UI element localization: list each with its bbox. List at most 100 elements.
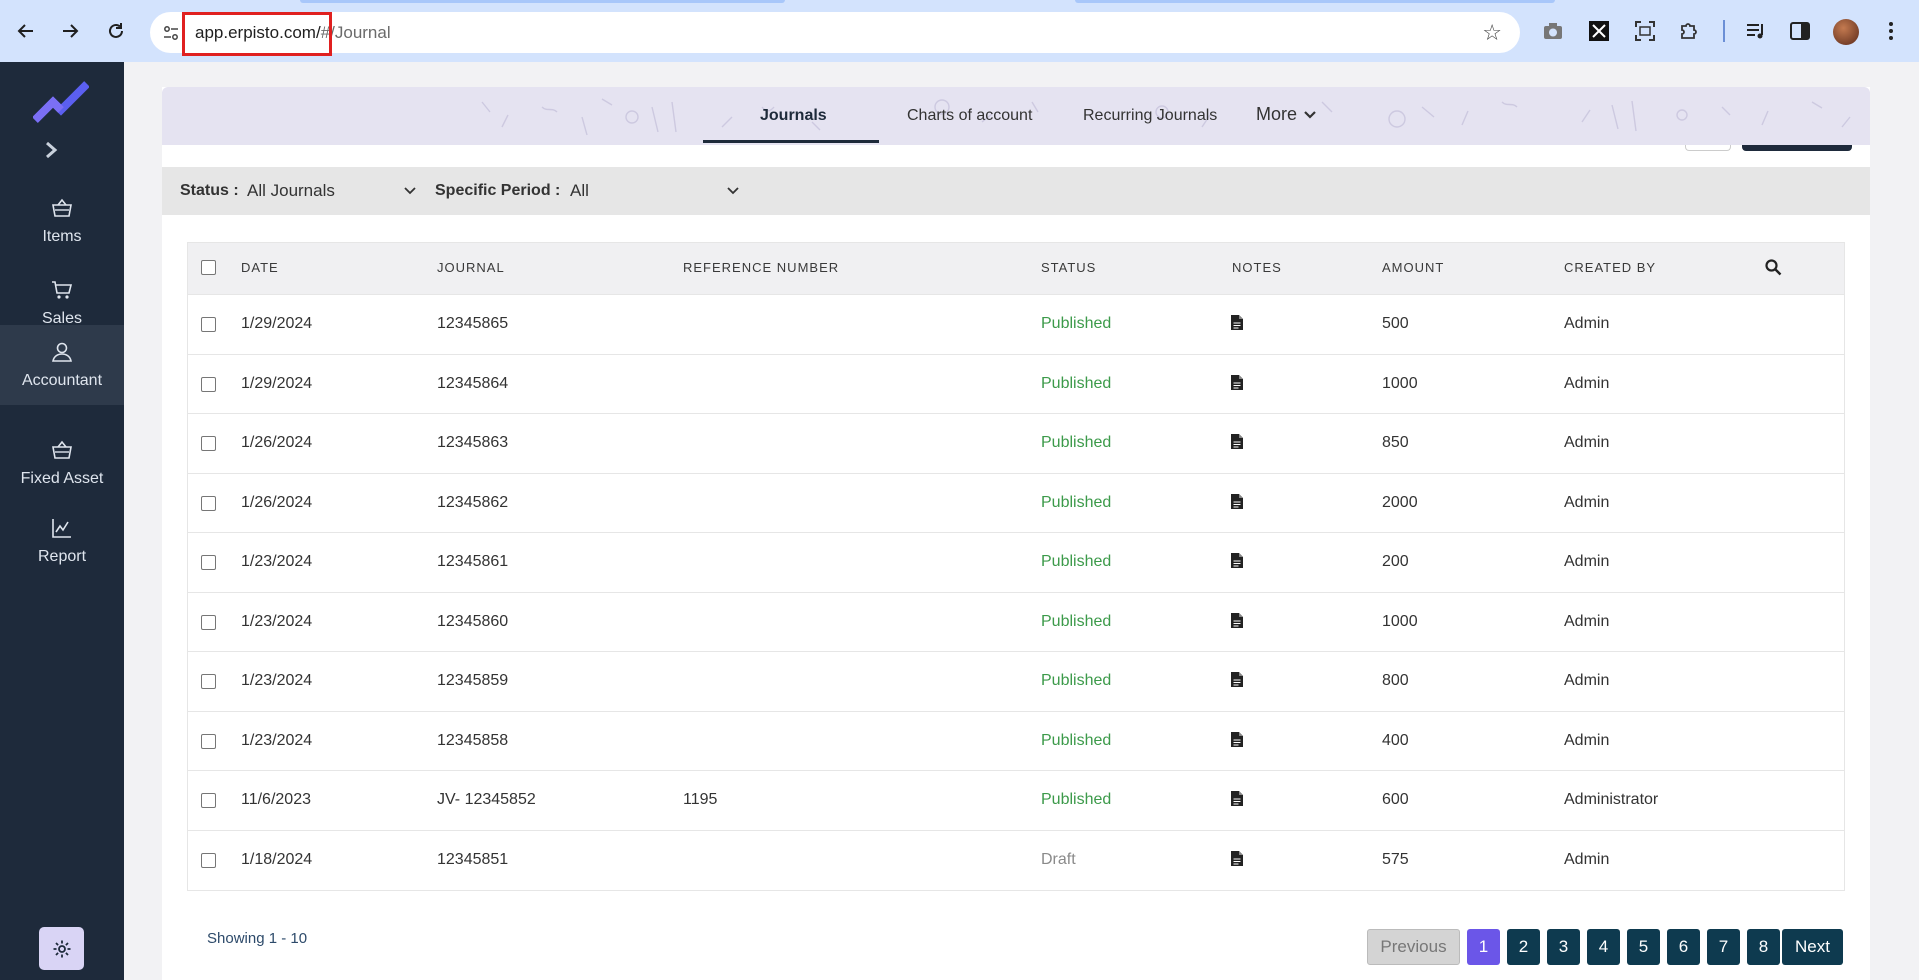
row-checkbox[interactable] [201, 674, 216, 689]
back-button[interactable] [12, 17, 40, 45]
profile-avatar[interactable] [1833, 19, 1859, 45]
table-header: Date Journal Reference Number Status Not… [188, 243, 1844, 295]
column-header-created-by[interactable]: Created By [1564, 260, 1656, 275]
sidebar-item-accountant[interactable]: Accountant [0, 325, 124, 405]
column-header-date[interactable]: Date [241, 260, 279, 275]
new-journal-button-partial[interactable] [1742, 145, 1852, 151]
cell-journal[interactable]: 12345864 [437, 375, 508, 393]
reload-button[interactable] [102, 17, 130, 45]
cell-date: 1/23/2024 [241, 553, 313, 570]
address-bar[interactable]: app.erpisto.com/#/Journal ☆ [150, 12, 1520, 56]
table-row[interactable]: 1/26/2024 12345863 Published 850 Admin [188, 414, 1844, 474]
table-row[interactable]: 11/6/2023 JV- 12345852 1195 Published 600 Adm… [188, 771, 1844, 831]
extensions-puzzle-icon[interactable] [1677, 19, 1701, 43]
page-button-1[interactable]: 1 [1467, 929, 1500, 965]
url-highlight-box [182, 12, 332, 56]
camera-icon[interactable] [1541, 19, 1565, 43]
page-button-8[interactable]: 8 [1747, 929, 1780, 965]
cell-journal[interactable]: 12345860 [437, 613, 508, 631]
erpisto-logo [33, 81, 89, 123]
row-checkbox[interactable] [201, 495, 216, 511]
column-header-notes[interactable]: Notes [1232, 260, 1282, 275]
page-button-3[interactable]: 3 [1547, 929, 1580, 965]
cell-created-by: Administrator [1564, 791, 1659, 808]
row-checkbox[interactable] [201, 317, 216, 332]
cell-journal[interactable]: 12345865 [437, 315, 508, 333]
table-row[interactable]: 1/23/2024 12345861 Published 200 Admin [188, 533, 1844, 593]
row-checkbox[interactable] [201, 852, 216, 868]
next-page-button[interactable]: Next [1782, 929, 1843, 965]
column-header-journal[interactable]: Journal [437, 260, 505, 275]
row-checkbox[interactable] [201, 436, 216, 451]
note-document-icon[interactable] [1230, 433, 1244, 450]
screen-capture-icon[interactable] [1633, 19, 1657, 43]
cell-journal[interactable]: 12345858 [437, 732, 508, 750]
media-queue-icon[interactable] [1744, 19, 1768, 43]
table-row[interactable]: 1/23/2024 12345860 Published 1000 Admin [188, 593, 1844, 652]
cell-journal[interactable]: 12345851 [437, 851, 508, 869]
expand-sidebar-chevron-icon[interactable] [44, 139, 58, 165]
side-panel-icon[interactable] [1788, 19, 1812, 43]
table-row[interactable]: 1/18/2024 12345851 Draft 575 Admin [188, 831, 1844, 891]
previous-page-button[interactable]: Previous [1367, 929, 1460, 965]
tab-recurring-journals[interactable]: Recurring Journals [1083, 107, 1217, 125]
cell-journal[interactable]: 12345859 [437, 672, 508, 690]
action-button-partial[interactable] [1685, 145, 1731, 151]
note-document-icon[interactable] [1230, 552, 1244, 569]
select-all-checkbox[interactable] [201, 260, 216, 275]
page-button-4[interactable]: 4 [1587, 929, 1620, 965]
page-button-6[interactable]: 6 [1667, 929, 1700, 965]
row-checkbox[interactable] [201, 555, 216, 570]
sidebar-item-items[interactable]: Items [0, 182, 124, 260]
column-header-reference-number[interactable]: Reference Number [683, 260, 839, 275]
cell-journal[interactable]: 12345862 [437, 494, 508, 512]
note-document-icon[interactable] [1230, 493, 1244, 510]
cell-journal[interactable]: 12345863 [437, 434, 508, 452]
more-menu-button[interactable]: More [1256, 104, 1316, 125]
note-document-icon[interactable] [1230, 612, 1244, 629]
extension-x-icon[interactable] [1587, 19, 1611, 43]
cell-created-by: Admin [1564, 434, 1610, 451]
sidebar-item-fixed-asset[interactable]: Fixed Asset [0, 424, 124, 502]
table-row[interactable]: 1/23/2024 12345858 Published 400 Admin [188, 712, 1844, 771]
page-button-7[interactable]: 7 [1707, 929, 1740, 965]
tab-journals[interactable]: Journals [760, 107, 827, 125]
cell-amount: 1000 [1382, 374, 1418, 392]
tab-charts-of-account[interactable]: Charts of account [907, 107, 1032, 125]
status-filter-select[interactable]: All Journals [239, 175, 424, 207]
period-filter-select[interactable]: All [562, 175, 747, 207]
site-info-icon[interactable] [160, 22, 182, 44]
table-row[interactable]: 1/26/2024 12345862 Published 2000 Admin [188, 474, 1844, 533]
browser-tab[interactable] [1075, 0, 1555, 3]
note-document-icon[interactable] [1230, 790, 1244, 807]
menu-kebab-icon[interactable] [1879, 19, 1903, 43]
note-document-icon[interactable] [1230, 731, 1244, 748]
page-button-2[interactable]: 2 [1507, 929, 1540, 965]
table-row[interactable]: 1/29/2024 12345865 Published 500 Admin [188, 295, 1844, 355]
chevron-down-icon [727, 187, 739, 195]
note-document-icon[interactable] [1230, 314, 1244, 331]
sidebar-item-label: Accountant [21, 372, 103, 389]
cell-journal[interactable]: JV- 12345852 [437, 791, 536, 809]
table-row[interactable]: 1/29/2024 12345864 Published 1000 Admin [188, 355, 1844, 414]
forward-button[interactable] [56, 17, 84, 45]
column-header-status[interactable]: Status [1041, 260, 1096, 275]
row-checkbox[interactable] [201, 614, 216, 630]
cell-journal[interactable]: 12345861 [437, 553, 508, 571]
bookmark-star-icon[interactable]: ☆ [1482, 20, 1502, 46]
row-checkbox[interactable] [201, 793, 216, 808]
page-button-5[interactable]: 5 [1627, 929, 1660, 965]
row-checkbox[interactable] [201, 733, 216, 749]
column-header-amount[interactable]: Amount [1382, 260, 1444, 275]
row-checkbox[interactable] [201, 376, 216, 392]
search-icon[interactable] [1764, 258, 1782, 276]
note-document-icon[interactable] [1230, 850, 1244, 867]
sidebar-item-report[interactable]: Report [0, 502, 124, 580]
note-document-icon[interactable] [1230, 671, 1244, 688]
note-document-icon[interactable] [1230, 374, 1244, 391]
settings-button[interactable] [39, 927, 84, 970]
table-row[interactable]: 1/23/2024 12345859 Published 800 Admin [188, 652, 1844, 712]
user-icon [52, 342, 72, 362]
browser-tab[interactable] [300, 0, 785, 3]
active-tab-underline [703, 140, 879, 143]
